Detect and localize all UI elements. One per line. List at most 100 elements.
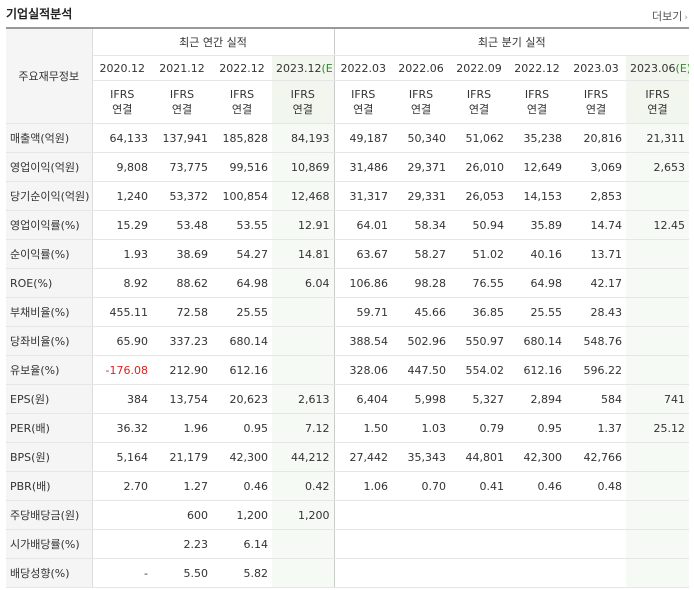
table-cell: 600	[152, 500, 212, 530]
table-cell: 550.97	[450, 326, 509, 356]
table-cell	[508, 529, 567, 559]
table-cell: 680.14	[508, 326, 567, 356]
standard-name: IFRS	[645, 88, 670, 101]
table-cell: 44,212	[272, 442, 335, 472]
more-link[interactable]: 더보기 ›	[652, 8, 688, 24]
table-cell: 58.34	[392, 210, 451, 240]
row-label: 당기순이익(억원)	[6, 181, 93, 211]
table-cell: 9,808	[92, 152, 152, 182]
table-cell: 35,343	[392, 442, 451, 472]
table-cell: 1.03	[392, 413, 451, 443]
standard-name: IFRS	[524, 88, 550, 101]
table-cell: 27,442	[333, 442, 393, 472]
table-cell: -176.08	[92, 355, 152, 385]
table-cell: 1.37	[566, 413, 627, 443]
period-header: 2022.06	[392, 55, 451, 81]
period-label: 2022.12	[219, 61, 265, 75]
period-label: 2021.12	[159, 61, 205, 75]
row-label: 배당성향(%)	[6, 558, 93, 588]
period-header: 2021.12	[152, 55, 212, 81]
estimate-marker: (E)	[321, 61, 335, 75]
table-cell: 26,010	[450, 152, 509, 182]
table-cell: 12.91	[272, 210, 335, 240]
standard-name: IFRS	[583, 88, 609, 101]
table-cell: 0.70	[392, 471, 451, 501]
table-cell: 76.55	[450, 268, 509, 298]
row-label: 순이익률(%)	[6, 239, 93, 269]
table-cell: 42,766	[566, 442, 627, 472]
table-row: 매출액(억원) 64,133 137,941 185,828 84,193 49,187 5…	[6, 123, 690, 153]
accounting-standard: IFRS 연결	[333, 80, 393, 124]
table-cell: 6.04	[272, 268, 335, 298]
table-cell: 51,062	[450, 123, 509, 153]
table-cell: 42,300	[508, 442, 567, 472]
table-cell: 42.17	[566, 268, 627, 298]
table-cell: 0.41	[450, 471, 509, 501]
standard-scope: 연결	[410, 103, 432, 116]
row-label: 당좌비율(%)	[6, 326, 93, 356]
table-cell: 0.46	[508, 471, 567, 501]
table-cell: 5,327	[450, 384, 509, 414]
table-cell: 21,179	[152, 442, 212, 472]
standard-scope: 연결	[353, 103, 374, 116]
table-cell: 8.92	[92, 268, 152, 298]
period-header: 2020.12	[92, 55, 152, 81]
table-cell: 53,372	[152, 181, 212, 211]
table-cell	[333, 558, 393, 588]
chevron-right-icon: ›	[684, 13, 688, 23]
table-cell: 25.12	[626, 413, 690, 443]
table-cell: 64.98	[508, 268, 567, 298]
table-row: 영업이익(억원) 9,808 73,775 99,516 10,869 31,486 29,…	[6, 152, 690, 182]
table-cell: 137,941	[152, 123, 212, 153]
table-cell: 0.95	[508, 413, 567, 443]
period-label: 2023.06	[630, 61, 676, 75]
table-cell: 42,300	[212, 442, 272, 472]
table-cell: 1,200	[272, 500, 335, 530]
standard-scope: 연결	[112, 103, 133, 116]
standard-name: IFRS	[290, 88, 315, 101]
table-cell: 1.27	[152, 471, 212, 501]
table-row: BPS(원) 5,164 21,179 42,300 44,212 27,442 35,34…	[6, 442, 690, 472]
table-cell: 50.94	[450, 210, 509, 240]
table-cell: 14,153	[508, 181, 567, 211]
standard-name: IFRS	[408, 88, 434, 101]
table-cell: 584	[566, 384, 627, 414]
table-cell	[626, 181, 690, 211]
table-cell: 0.79	[450, 413, 509, 443]
table-cell	[333, 500, 393, 530]
table-row: 순이익률(%) 1.93 38.69 54.27 14.81 63.67 58.27 51.0…	[6, 239, 690, 269]
table-cell	[272, 355, 335, 385]
table-cell: 72.58	[152, 297, 212, 327]
row-label: PBR(배)	[6, 471, 93, 501]
period-label: 2022.03	[340, 61, 387, 75]
table-cell: 50,340	[392, 123, 451, 153]
table-cell	[272, 529, 335, 559]
table-cell: 14.81	[272, 239, 335, 269]
table-cell: 59.71	[333, 297, 393, 327]
accounting-standard: IFRS 연결	[626, 80, 690, 124]
standard-name: IFRS	[229, 88, 255, 101]
table-cell	[566, 558, 627, 588]
table-cell: 44,801	[450, 442, 509, 472]
table-cell: 100,854	[212, 181, 272, 211]
table-cell	[272, 558, 335, 588]
table-cell: 40.16	[508, 239, 567, 269]
table-cell	[392, 529, 451, 559]
table-cell	[626, 500, 690, 530]
table-cell	[508, 558, 567, 588]
table-cell	[626, 297, 690, 327]
table-cell: 5,164	[92, 442, 152, 472]
table-cell: 20,623	[212, 384, 272, 414]
period-header: 2023.12(E)	[272, 55, 335, 81]
table-cell: 502.96	[392, 326, 451, 356]
table-row: 당좌비율(%) 65.90 337.23 680.14 388.54 502.96 550.…	[6, 326, 690, 356]
table-cell: 15.29	[92, 210, 152, 240]
table-cell: 554.02	[450, 355, 509, 385]
table-cell: 680.14	[212, 326, 272, 356]
table-cell: 21,311	[626, 123, 690, 153]
table-row: 시가배당률(%) 2.23 6.14	[6, 529, 690, 559]
more-link-label: 더보기	[652, 10, 683, 23]
table-cell: 1,200	[212, 500, 272, 530]
table-cell: 35,238	[508, 123, 567, 153]
table-cell: 38.69	[152, 239, 212, 269]
